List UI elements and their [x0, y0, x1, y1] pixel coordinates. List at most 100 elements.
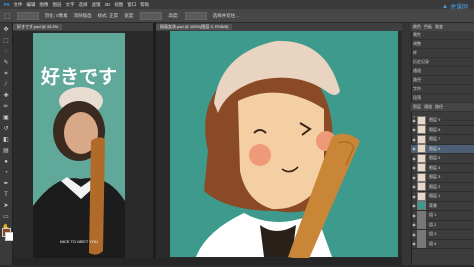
- tab-color[interactable]: 颜色: [413, 24, 421, 30]
- marquee-tool-icon[interactable]: ⬚: [2, 37, 10, 45]
- width-input[interactable]: [140, 11, 163, 20]
- quick-select-tool-icon[interactable]: ✎: [2, 59, 10, 67]
- panel-row-adjustments[interactable]: 调整: [411, 40, 474, 49]
- brush-tool-icon[interactable]: ✏: [2, 103, 10, 111]
- crop-tool-icon[interactable]: ⌗: [2, 70, 10, 78]
- layer-row[interactable]: ◉ 组 1: [411, 210, 474, 221]
- layer-row[interactable]: ◉ 图层 7: [411, 134, 474, 145]
- panel-row-paragraph[interactable]: 段落: [411, 94, 474, 103]
- color-panel-tabs: 颜色 色板 渐变: [411, 23, 474, 31]
- shape-tool-icon[interactable]: ▭: [2, 213, 10, 221]
- type-tool-icon[interactable]: T: [2, 191, 10, 199]
- eraser-tool-icon[interactable]: ◧: [2, 136, 10, 144]
- doc-tab-illustration[interactable]: 插画女孩.psd @ 100%(图层 3, RGB/8): [156, 24, 233, 30]
- illustration-canvas[interactable]: [156, 31, 402, 265]
- selection-mode-buttons[interactable]: [16, 11, 39, 20]
- layers-panel-tabs: 图层 通道 路径: [411, 103, 474, 112]
- layer-thumbnail: [417, 163, 426, 173]
- poster-canvas[interactable]: 好きです NICE TO MEET YOU: [13, 31, 153, 265]
- menu-edit[interactable]: 编辑: [27, 2, 36, 8]
- path-select-tool-icon[interactable]: ➤: [2, 202, 10, 210]
- menu-view[interactable]: 视图: [114, 2, 123, 8]
- layer-row[interactable]: ◉ 图层 3: [411, 172, 474, 183]
- tab-gradients[interactable]: 渐变: [435, 24, 443, 30]
- layer-thumbnail: [417, 134, 426, 144]
- panel-row-paths[interactable]: 路径: [411, 76, 474, 85]
- doc-tabs-right: 插画女孩.psd @ 100%(图层 3, RGB/8): [156, 23, 402, 31]
- doc-tabs-left: 好きです.psd @ 33.3%: [13, 23, 153, 31]
- layer-thumbnail: [417, 115, 426, 125]
- tab-swatches[interactable]: 色板: [424, 24, 432, 30]
- layer-row[interactable]: ◉ 图层 1: [411, 191, 474, 202]
- panel-list: 属性 调整 库 历史记录 通道 路径 字符 段落 图层 通道 路径 ⌕: [411, 31, 474, 121]
- folder-icon: [417, 229, 426, 239]
- menu-select[interactable]: 选择: [79, 2, 88, 8]
- blur-tool-icon[interactable]: ●: [2, 158, 10, 166]
- tab-channels[interactable]: 通道: [424, 104, 432, 110]
- folder-icon: [417, 210, 426, 220]
- menu-type[interactable]: 文字: [66, 2, 75, 8]
- select-and-mask-button[interactable]: 选择并遮住...: [213, 13, 239, 19]
- menu-window[interactable]: 窗口: [127, 2, 136, 8]
- marquee-tool-icon[interactable]: ⬚: [4, 12, 11, 20]
- antialias-checkbox[interactable]: 消除锯齿: [74, 13, 92, 19]
- layers-list: ◉ 图层 9 ◉ 图层 8 ◉ 图层 7 ◉ 图层 6 ◉ 图层 5 ◉ 图层 4 ◉ 图层 …: [411, 115, 474, 249]
- menu-file[interactable]: 文件: [14, 2, 23, 8]
- height-input[interactable]: [184, 11, 207, 20]
- dodge-tool-icon[interactable]: ◔: [2, 169, 10, 177]
- stamp-tool-icon[interactable]: ▣: [2, 114, 10, 122]
- poster-bat: [89, 137, 105, 255]
- document-window-poster: 好きです NICE TO MEET YOU: [13, 31, 153, 265]
- layer-row[interactable]: ◉ 图层 4: [411, 163, 474, 173]
- character-cheek-left: [249, 144, 271, 166]
- height-field[interactable]: 高度:: [168, 13, 178, 19]
- width-field[interactable]: 宽度:: [124, 13, 134, 19]
- options-bar: ⬚ 羽化: 0像素 消除锯齿 样式: 正常 宽度: 高度: 选择并遮住...: [0, 9, 474, 23]
- layer-row[interactable]: ◉ 组 3: [411, 229, 474, 240]
- style-select[interactable]: 样式: 正常: [98, 13, 119, 19]
- panel-row-properties[interactable]: 属性: [411, 31, 474, 40]
- menu-3d[interactable]: 3D: [105, 2, 111, 7]
- folder-icon: [417, 239, 426, 249]
- menu-help[interactable]: 帮助: [140, 2, 149, 8]
- poster-bottom-text: NICE TO MEET YOU: [60, 239, 98, 244]
- layer-thumbnail: [417, 153, 426, 163]
- tools-panel: ✥ ⬚ ◌ ✎ ⌗ ⁄ ✚ ✏ ▣ ↺ ◧ ▤ ● ◔ ✒ T ➤ ▭ ✋ ⌕: [0, 23, 14, 265]
- layer-row[interactable]: ◉ 组 4: [411, 239, 474, 249]
- layer-thumbnail: [417, 182, 426, 192]
- layer-row[interactable]: ◉ 图层 9: [411, 115, 474, 126]
- ps-logo[interactable]: Ps: [4, 2, 10, 7]
- gradient-tool-icon[interactable]: ▤: [2, 147, 10, 155]
- lasso-tool-icon[interactable]: ◌: [2, 48, 10, 56]
- panel-row-channels[interactable]: 通道: [411, 67, 474, 76]
- folder-icon: [417, 220, 426, 230]
- panel-row-character[interactable]: 字符: [411, 85, 474, 94]
- layer-row[interactable]: ◉ 图层 2: [411, 182, 474, 192]
- panel-row-libraries[interactable]: 库: [411, 49, 474, 58]
- menu-layer[interactable]: 图层: [53, 2, 62, 8]
- history-brush-tool-icon[interactable]: ↺: [2, 125, 10, 133]
- healing-brush-tool-icon[interactable]: ✚: [2, 92, 10, 100]
- tab-paths[interactable]: 路径: [435, 104, 443, 110]
- layer-row[interactable]: ◉ 图层 5: [411, 153, 474, 164]
- layer-row[interactable]: ◉ 图层 8: [411, 125, 474, 135]
- layer-thumbnail: [417, 144, 426, 154]
- panel-row-history[interactable]: 历史记录: [411, 58, 474, 67]
- feather-field[interactable]: 羽化: 0像素: [45, 13, 68, 19]
- menu-image[interactable]: 图像: [40, 2, 49, 8]
- layer-row[interactable]: ◉ 背景: [411, 201, 474, 211]
- layer-row-selected[interactable]: ◉ 图层 6: [411, 144, 474, 154]
- layer-thumbnail: [417, 191, 426, 201]
- poster-title: 好きです: [40, 65, 117, 88]
- eyedropper-tool-icon[interactable]: ⁄: [2, 81, 10, 89]
- menu-filter[interactable]: 滤镜: [92, 2, 101, 8]
- move-tool-icon[interactable]: ✥: [2, 26, 10, 34]
- document-window-illustration: [156, 31, 402, 265]
- menu-bar: Ps 文件 编辑 图像 图层 文字 选择 滤镜 3D 视图 窗口 帮助: [0, 0, 474, 9]
- tab-layers[interactable]: 图层: [413, 104, 421, 110]
- layer-thumbnail: [417, 172, 426, 182]
- layer-row[interactable]: ◉ 组 2: [411, 220, 474, 230]
- status-bar: [13, 258, 402, 265]
- pen-tool-icon[interactable]: ✒: [2, 180, 10, 188]
- doc-tab-poster[interactable]: 好きです.psd @ 33.3%: [13, 24, 63, 30]
